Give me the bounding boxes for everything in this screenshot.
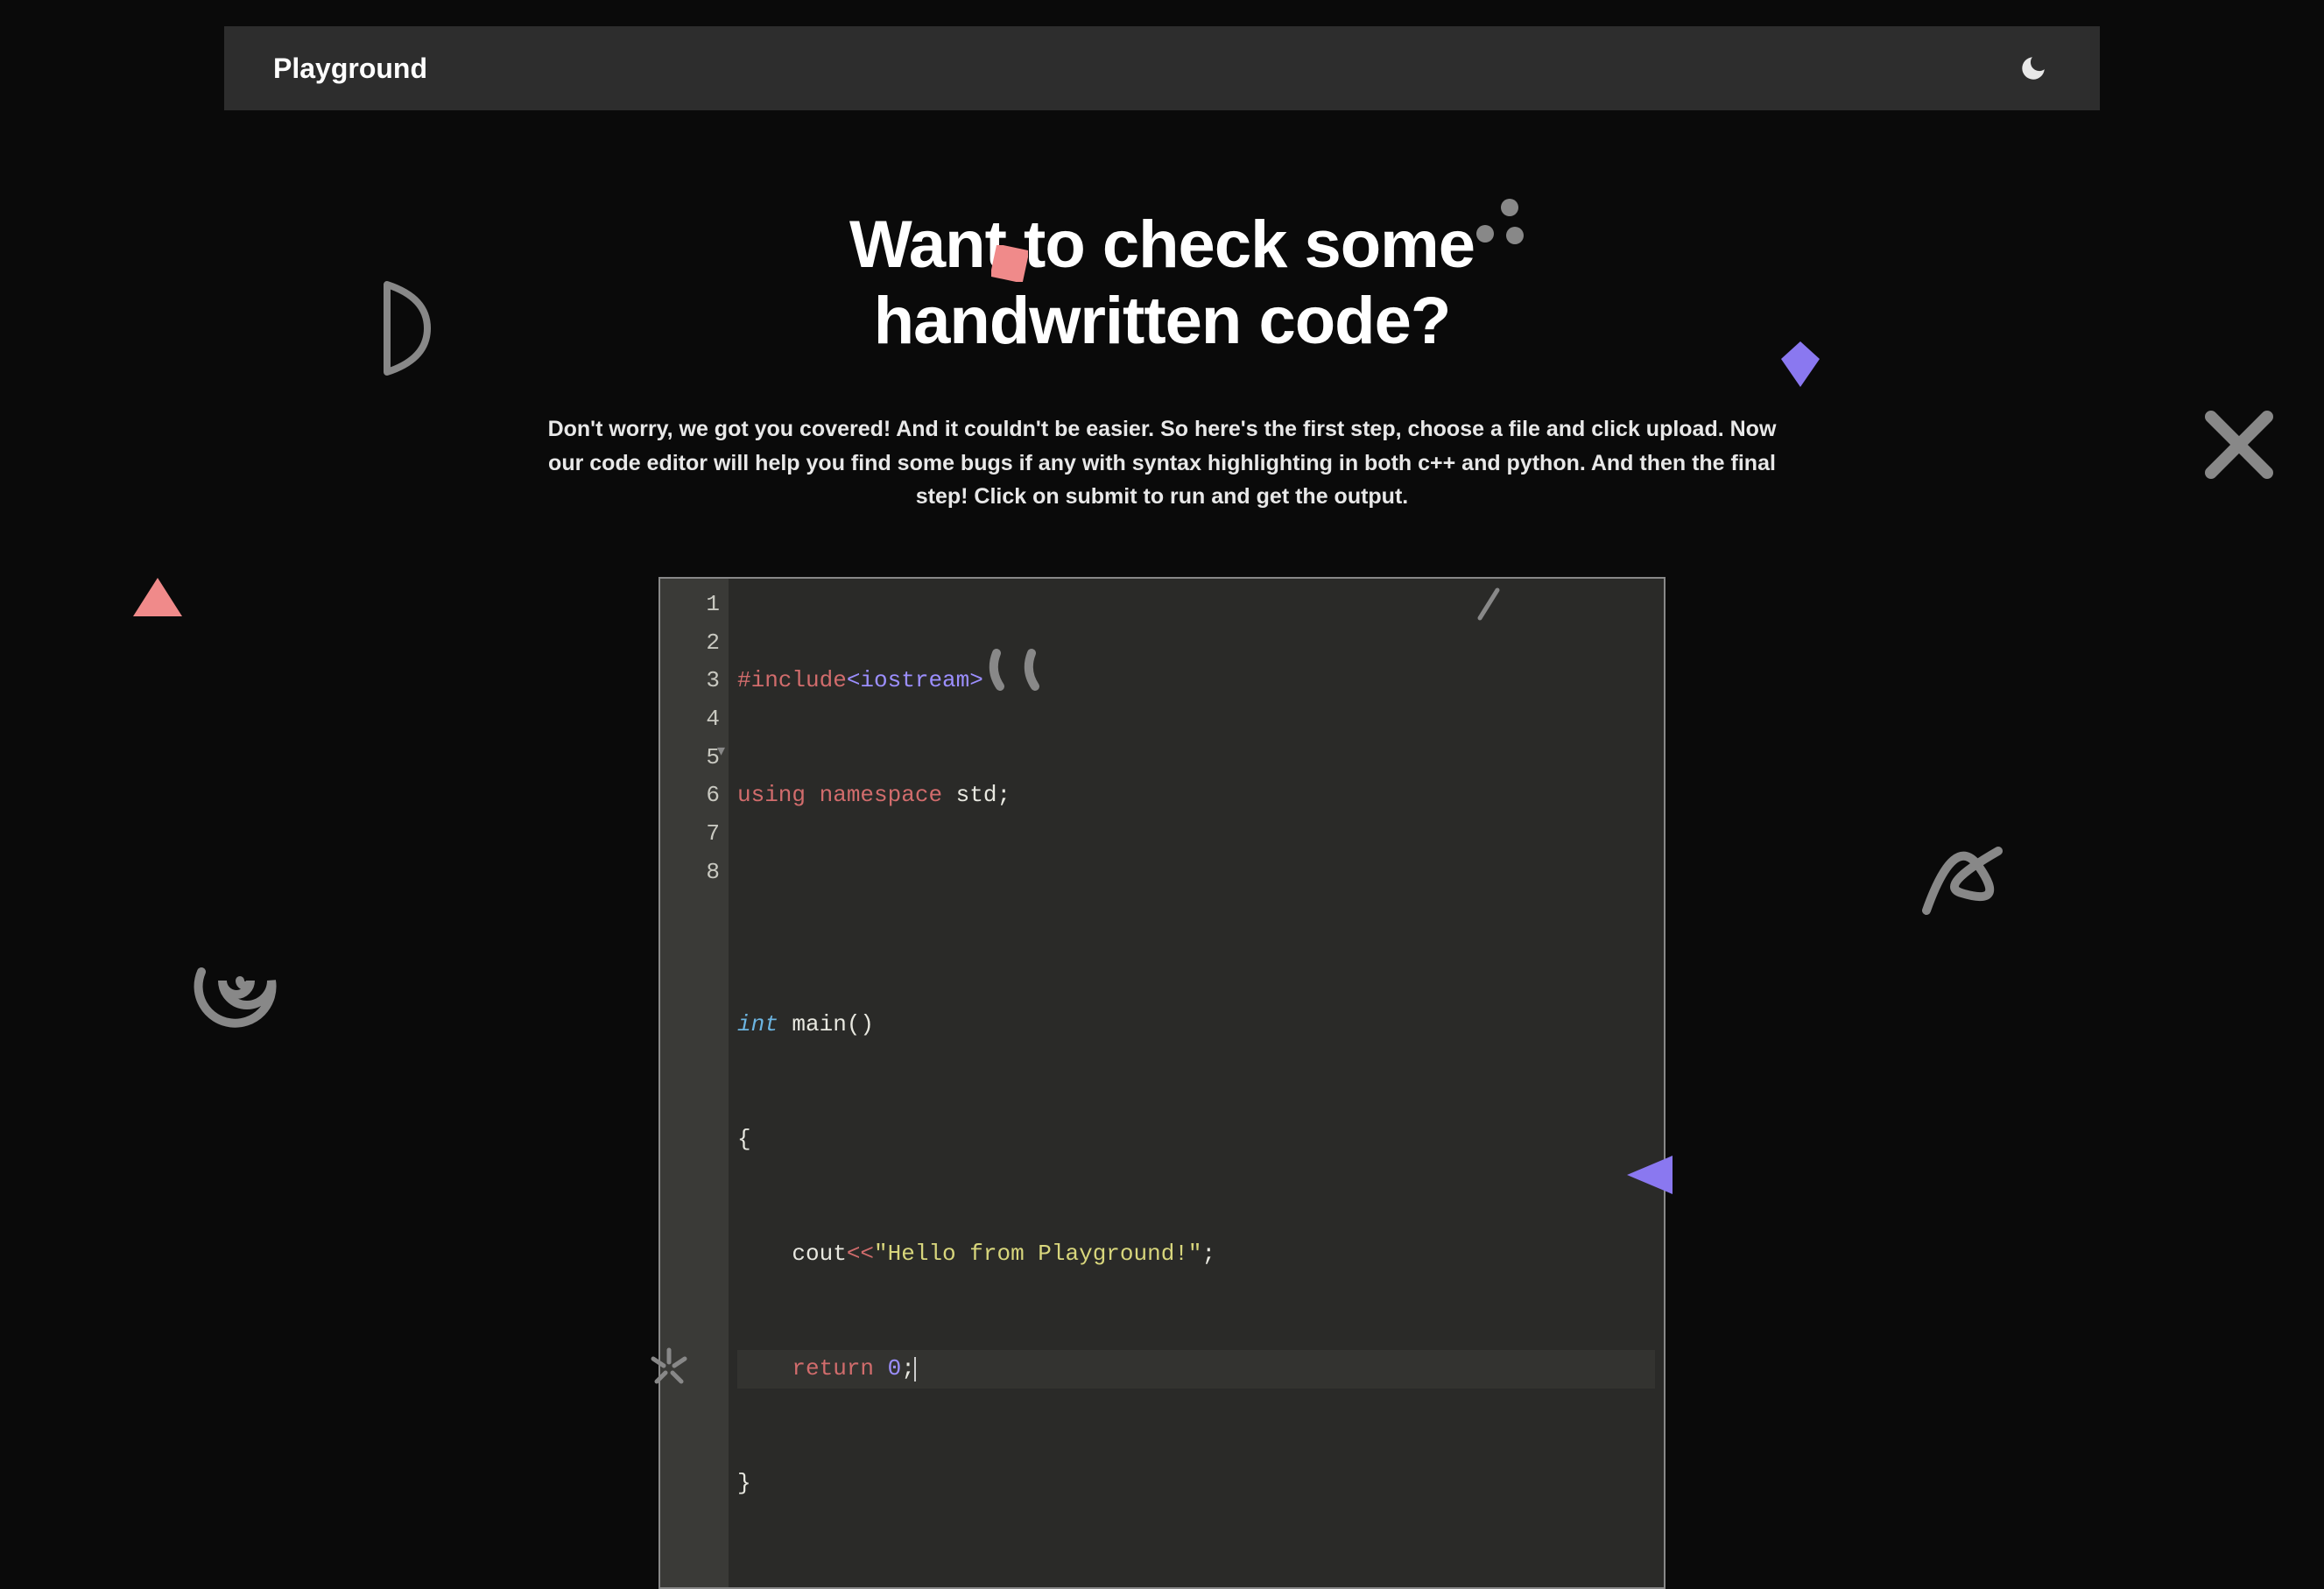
code-line: #include<iostream> (737, 662, 1655, 700)
code-line (737, 891, 1655, 930)
code-line: } (737, 1465, 1655, 1503)
line-number: 2 (673, 624, 720, 663)
editor-gutter: 1 2 3 4 5▾ 6 7 8 (660, 579, 729, 1586)
header-bar: Playground (224, 26, 2100, 110)
moon-icon (2018, 53, 2048, 83)
decoration-loop (1911, 823, 2016, 932)
code-line-active: return 0; (737, 1350, 1655, 1389)
decoration-triangle-pink (133, 578, 182, 621)
line-number: 4 (673, 700, 720, 739)
decoration-spiral (193, 928, 298, 1037)
line-number: 1 (673, 586, 720, 624)
fold-marker-icon[interactable]: ▾ (717, 739, 725, 765)
code-line: int main() (737, 1006, 1655, 1044)
page-title: Want to check some handwritten code? (680, 207, 1644, 360)
editor-code-area[interactable]: #include<iostream> using namespace std; … (729, 579, 1664, 1586)
code-line: { (737, 1121, 1655, 1159)
line-number: 8 (673, 854, 720, 892)
line-number: 3 (673, 662, 720, 700)
page-subtitle: Don't worry, we got you covered! And it … (540, 412, 1784, 514)
hero-section: Want to check some handwritten code? Don… (0, 207, 2324, 514)
code-editor[interactable]: 1 2 3 4 5▾ 6 7 8 #include<iostream> usin… (658, 577, 1666, 1588)
line-number: 5▾ (673, 739, 720, 777)
editor-cursor (914, 1357, 916, 1382)
code-line: cout<<"Hello from Playground!"; (737, 1235, 1655, 1274)
code-line: using namespace std; (737, 777, 1655, 815)
line-number: 7 (673, 815, 720, 854)
line-number: 6 (673, 777, 720, 815)
header-title: Playground (273, 53, 427, 85)
theme-toggle-button[interactable] (2016, 51, 2051, 86)
